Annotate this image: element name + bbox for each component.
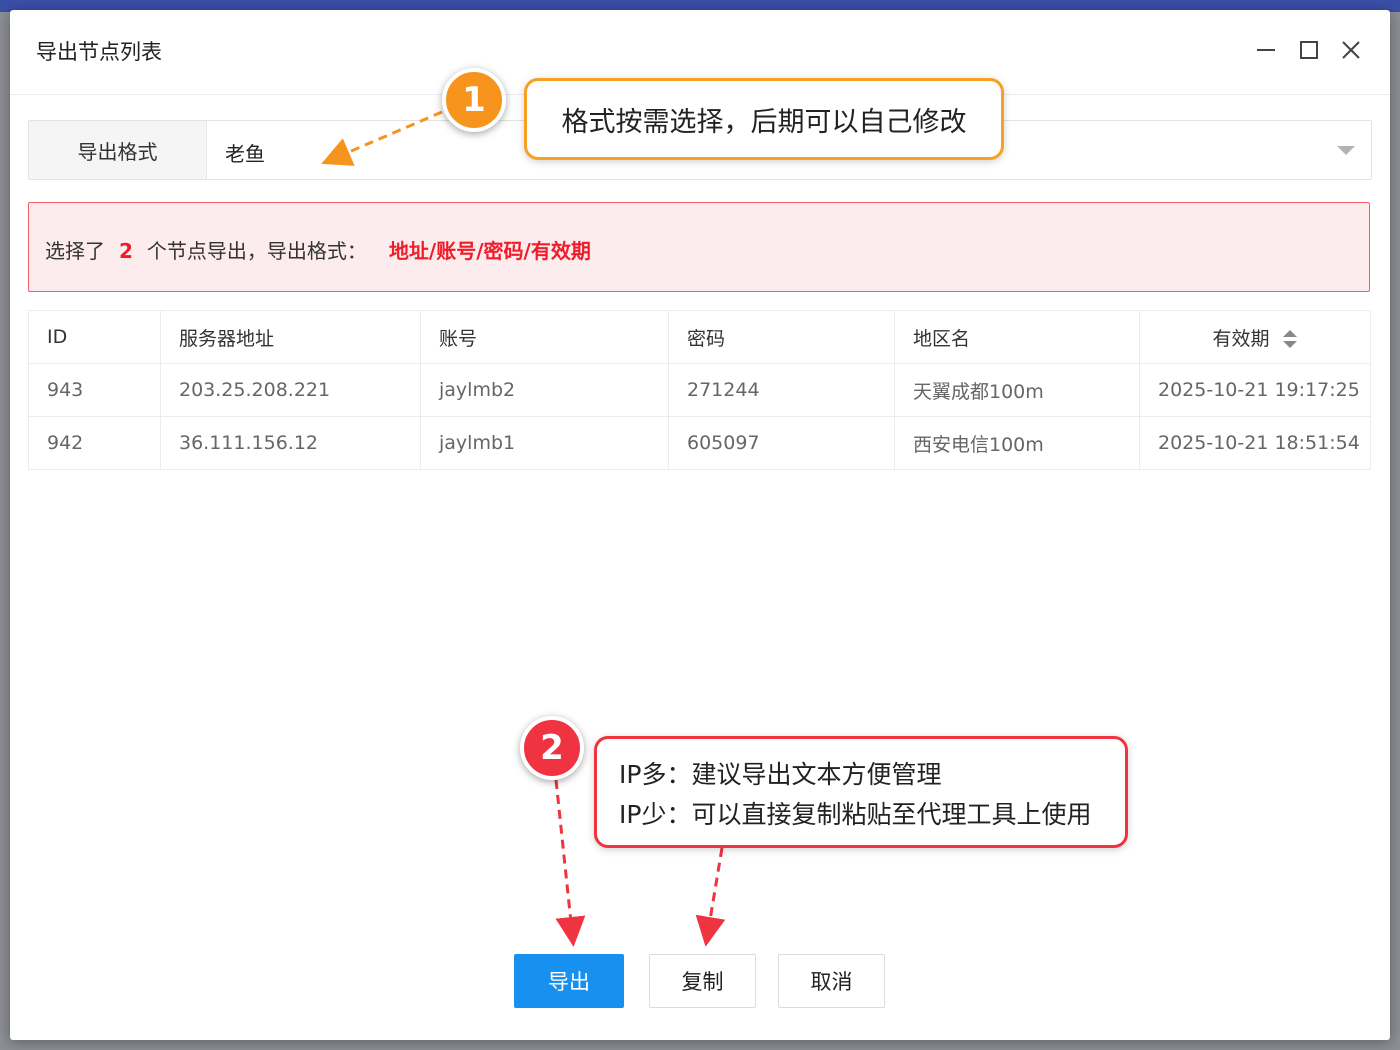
copy-button[interactable]: 复制 <box>649 954 756 1008</box>
minimize-button[interactable] <box>1252 36 1280 64</box>
table-row[interactable]: 942 36.111.156.12 jaylmb1 605097 西安电信100… <box>28 416 1371 470</box>
table-header-row: ID 服务器地址 账号 密码 地区名 有效期 <box>28 310 1371 364</box>
col-header-expiry[interactable]: 有效期 <box>1139 310 1371 364</box>
selected-count: 2 <box>119 239 133 263</box>
close-button[interactable] <box>1337 36 1365 64</box>
cell-account: jaylmb2 <box>420 363 669 417</box>
node-table: ID 服务器地址 账号 密码 地区名 有效期 943 203.25.208.22… <box>28 310 1371 470</box>
table-row[interactable]: 943 203.25.208.221 jaylmb2 271244 天翼成都10… <box>28 363 1371 417</box>
maximize-icon <box>1300 41 1318 59</box>
cell-expiry: 2025-10-21 18:51:54 <box>1139 416 1371 470</box>
export-button[interactable]: 导出 <box>514 954 624 1008</box>
export-format-label: 导出格式 <box>29 121 207 179</box>
alert-suffix: 个节点导出，导出格式： <box>146 239 367 263</box>
col-header-server: 服务器地址 <box>160 310 421 364</box>
col-header-password: 密码 <box>668 310 895 364</box>
cell-region: 天翼成都100m <box>894 363 1140 417</box>
cell-expiry: 2025-10-21 19:17:25 <box>1139 363 1371 417</box>
selection-alert: 选择了 2 个节点导出，导出格式： 地址/账号/密码/有效期 <box>28 202 1370 292</box>
cell-id: 942 <box>28 416 161 470</box>
cancel-button[interactable]: 取消 <box>778 954 885 1008</box>
cell-id: 943 <box>28 363 161 417</box>
close-icon <box>1342 41 1360 59</box>
alert-message: 选择了 2 个节点导出，导出格式： 地址/账号/密码/有效期 <box>45 235 591 264</box>
col-header-region: 地区名 <box>894 310 1140 364</box>
col-header-id: ID <box>28 310 161 364</box>
export-format-value: 老鱼 <box>225 142 265 166</box>
export-format-select[interactable]: 老鱼 <box>207 121 1371 179</box>
alert-prefix: 选择了 <box>45 239 105 263</box>
cell-server: 203.25.208.221 <box>160 363 421 417</box>
cell-server: 36.111.156.12 <box>160 416 421 470</box>
dialog-titlebar: 导出节点列表 <box>10 10 1390 95</box>
export-format-field: 导出格式 老鱼 <box>28 120 1372 180</box>
cell-password: 271244 <box>668 363 895 417</box>
col-header-account: 账号 <box>420 310 669 364</box>
minimize-icon <box>1257 49 1275 51</box>
col-header-expiry-label: 有效期 <box>1212 327 1270 350</box>
export-dialog: 导出节点列表 导出格式 老鱼 选择了 2 个节点导出，导出格式： 地址/账号/密码/有… <box>10 10 1390 1040</box>
sort-icon[interactable] <box>1282 328 1298 350</box>
maximize-button[interactable] <box>1295 36 1323 64</box>
cell-region: 西安电信100m <box>894 416 1140 470</box>
cell-password: 605097 <box>668 416 895 470</box>
chevron-down-icon <box>1337 146 1355 155</box>
dialog-title: 导出节点列表 <box>36 40 162 64</box>
cell-account: jaylmb1 <box>420 416 669 470</box>
alert-format-text: 地址/账号/密码/有效期 <box>388 239 591 263</box>
